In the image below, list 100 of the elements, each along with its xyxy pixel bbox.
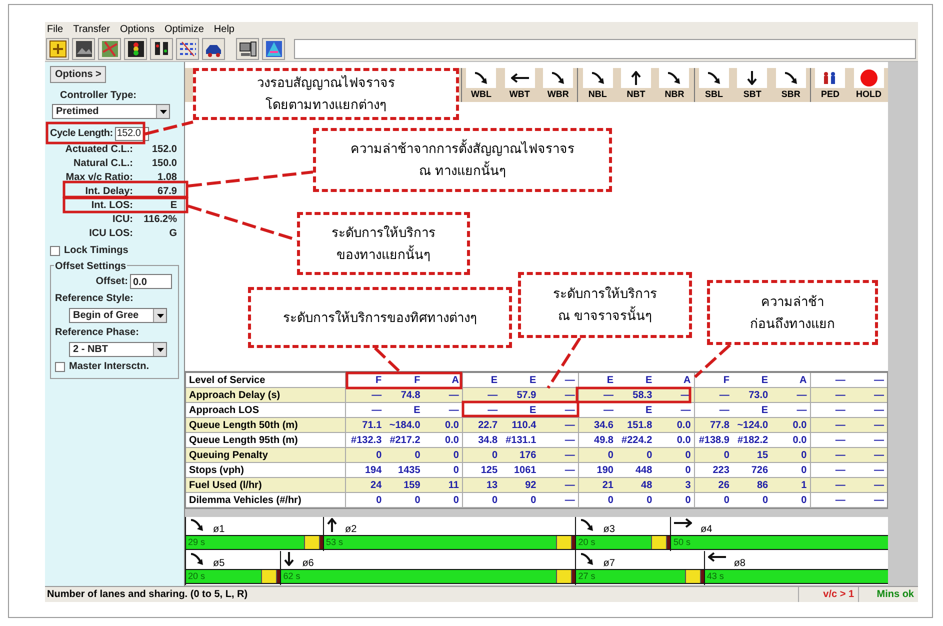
phase-bar[interactable]: 27 s (576, 569, 704, 584)
map-icon (100, 40, 118, 58)
checkbox-label: Lock Timings (64, 244, 128, 258)
callout-text: ความล่าช้าจากการตั้งสัญญาณไฟจราจร ณ ทางแยกนั้นๆ (350, 138, 574, 180)
phase-label: ø3 (603, 523, 615, 537)
phase-bar[interactable]: 62 s (281, 569, 576, 584)
dropdown[interactable]: 2 - NBT (69, 342, 167, 357)
movement-column-header[interactable]: WBR (538, 68, 578, 102)
dropdown[interactable]: Pretimed (52, 104, 170, 119)
table-cell: E (732, 403, 772, 418)
row-label: Fuel Used (l/hr) (186, 478, 346, 493)
clearance-interval (277, 570, 280, 583)
checkbox-row[interactable]: Master Intersctn. (55, 359, 174, 374)
table-cell: — (810, 478, 848, 493)
down-arrow-icon (747, 71, 758, 85)
offset-field[interactable]: 0.0 (130, 274, 172, 289)
phase-duration: 62 s (282, 570, 300, 583)
plus-square-icon (48, 40, 66, 58)
movement-column-header[interactable]: HOLD (850, 68, 888, 102)
phase-duration: 50 s (672, 536, 690, 549)
table-cell: 0 (346, 448, 385, 463)
turn-arrow-icon (782, 71, 799, 85)
dropdown[interactable]: Begin of Gree (69, 308, 167, 323)
movement-column-header[interactable]: WBL (461, 68, 500, 102)
row-label: Stops (vph) (186, 463, 346, 478)
movement-column-header[interactable]: WBT (500, 68, 539, 102)
status-indicator: Mins ok (858, 587, 918, 602)
readout-label: Actuated C.L.: (65, 143, 134, 156)
toolbar-button[interactable] (236, 38, 259, 60)
table-cell: — (810, 463, 848, 478)
table-cell: 71.1 (346, 418, 385, 433)
toolbar-button[interactable] (124, 38, 147, 60)
phase-bar[interactable]: 50 s (671, 535, 888, 550)
change-interval (304, 536, 320, 549)
table-cell: 1061 (500, 463, 540, 478)
table-cell: 0 (500, 493, 540, 508)
checkbox[interactable] (50, 246, 60, 256)
phase-label: ø5 (213, 557, 225, 571)
table-cell: 0 (771, 493, 810, 508)
table-cell: #131.1 (500, 433, 540, 448)
table-cell: — (810, 433, 848, 448)
movement-label: WBT (509, 88, 530, 101)
readout-value: G (168, 227, 177, 240)
table-cell: — (694, 388, 732, 403)
menu-item[interactable]: Transfer (73, 22, 110, 36)
readout-value: 150.0 (150, 157, 177, 170)
table-cell: 1 (771, 478, 810, 493)
toolbar-button[interactable] (202, 38, 225, 60)
phase-label: ø6 (302, 557, 314, 571)
table-cell: — (810, 388, 848, 403)
checkbox-row[interactable]: Lock Timings (50, 243, 179, 258)
movement-column-header[interactable]: NBR (655, 68, 694, 102)
toolbar-button[interactable] (72, 38, 95, 60)
movement-column-header[interactable]: SBR (772, 68, 810, 102)
movement-column-header[interactable]: PED (810, 68, 850, 102)
table-cell: 0 (616, 448, 656, 463)
phase-bar[interactable]: 29 s (186, 535, 324, 550)
change-interval (684, 570, 701, 583)
toolbar-button[interactable] (46, 38, 69, 60)
options-button[interactable]: Options > (50, 66, 106, 83)
field-label: Offset: (96, 275, 128, 289)
table-cell: 0 (578, 493, 616, 508)
movement-column-header[interactable]: SBL (694, 68, 734, 102)
phase-duration: 53 s (325, 536, 344, 549)
movement-label: SBL (704, 88, 723, 101)
table-cell: E (384, 403, 424, 418)
left-arrow-icon (510, 73, 529, 83)
table-cell: 92 (500, 478, 540, 493)
movement-column-header[interactable]: NBT (616, 68, 656, 102)
table-cell: 223 (694, 463, 732, 478)
phase-bar[interactable]: 53 s (324, 535, 576, 550)
table-cell: 13 (462, 478, 501, 493)
phase-bar[interactable]: 43 s (704, 569, 888, 584)
movement-column-header[interactable]: NBL (577, 68, 617, 102)
table-cell: ~184.0 (384, 418, 424, 433)
checkbox[interactable] (55, 362, 65, 372)
menu-item[interactable]: Options (120, 22, 154, 36)
table-cell: 176 (500, 448, 540, 463)
menu-item[interactable]: Optimize (164, 22, 204, 36)
toolbar-button[interactable] (150, 38, 173, 60)
movement-column-header[interactable]: SBT (733, 68, 772, 102)
cycle-length-field[interactable]: 152.0 (114, 126, 149, 140)
menu-item[interactable]: File (47, 22, 64, 36)
command-field[interactable] (294, 38, 916, 58)
phase-bar[interactable]: 20 s (576, 535, 670, 550)
table-cell: 77.8 (694, 418, 732, 433)
table-cell: — (810, 493, 848, 508)
table-cell: — (694, 403, 732, 418)
table-cell: 726 (732, 463, 772, 478)
readout-value: 152.0 (150, 143, 177, 156)
readout-label: Natural C.L.: (74, 157, 134, 170)
callout-text: วงรอบสัญญาณไฟจราจร โดยตามทางแยกต่างๆ (257, 74, 395, 114)
callout-text: ความล่าช้า ก่อนถึงทางแยก (750, 292, 835, 332)
table-cell: E (462, 373, 501, 388)
table-cell: — (848, 448, 887, 463)
field-label: Reference Style: (55, 292, 134, 306)
table-cell: 194 (346, 463, 385, 478)
menu-item[interactable]: Help (214, 22, 234, 36)
phase-bar[interactable]: 20 s (186, 569, 280, 584)
table-cell: — (810, 448, 848, 463)
